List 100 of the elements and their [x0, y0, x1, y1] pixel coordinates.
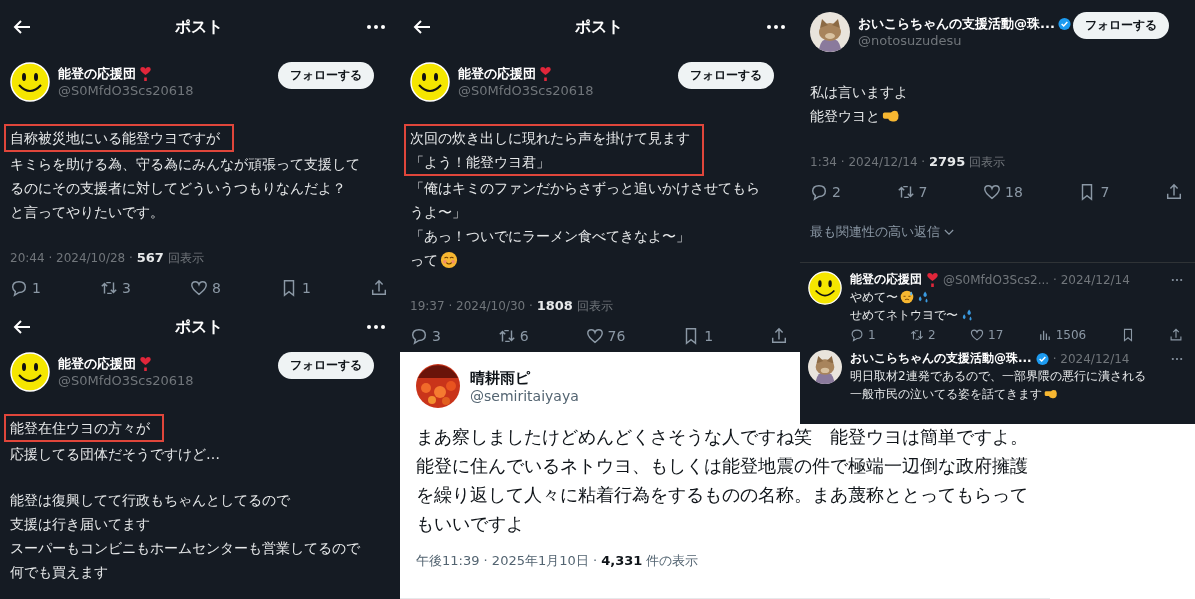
reply-action[interactable]: 1	[850, 328, 876, 342]
repost-action[interactable]: 6	[497, 327, 529, 345]
like-action[interactable]: 17	[970, 328, 1004, 342]
heart-exclamation-icon	[139, 357, 152, 371]
smiley-avatar-icon[interactable]	[808, 271, 842, 305]
smiley-avatar-icon[interactable]	[10, 352, 50, 392]
page-title: ポスト	[575, 16, 623, 38]
action-count: 6	[519, 328, 529, 344]
action-count: 76	[607, 328, 626, 344]
author-handle[interactable]: @notosuzudesu	[858, 33, 1065, 48]
action-count: 7	[1100, 184, 1110, 200]
reply-icon	[410, 327, 428, 345]
reply-icon	[850, 328, 864, 342]
more-icon[interactable]	[366, 324, 386, 330]
share-action[interactable]	[370, 279, 388, 297]
page-title: ポスト	[175, 316, 223, 338]
author-name[interactable]: おいこらちゃんの支援活動@珠...	[850, 350, 1032, 367]
post-text-line: 「あっ！ついでにラーメン食べてきなよ〜」	[410, 227, 690, 246]
action-count: 2	[928, 328, 936, 342]
repost-action[interactable]: 2	[910, 328, 936, 342]
share-action[interactable]	[769, 327, 788, 345]
author-handle[interactable]: @S0MfdO3Scs20618	[58, 373, 270, 388]
post-text-line: 自称被災地にいる能登ウヨですが	[10, 129, 220, 148]
post-meta: 20:44 · 2024/10/28 · 567 回表示	[9, 249, 205, 267]
action-count: 3	[122, 280, 131, 296]
action-count: 8	[212, 280, 221, 296]
reply-sort-dropdown[interactable]: 最も関連性の高い返信	[800, 201, 964, 241]
sweat-face-icon	[900, 290, 914, 304]
verified-badge-icon	[1057, 17, 1071, 31]
repost-action[interactable]: 7	[896, 183, 928, 201]
post-text-line: 何でも買えます	[10, 563, 108, 582]
action-count: 1	[32, 280, 41, 296]
share-action[interactable]	[1169, 328, 1183, 342]
verified-badge-icon	[1035, 351, 1049, 366]
reply-action[interactable]: 2	[810, 183, 841, 201]
post-text-line: 応援してる団体だそうですけど…	[10, 445, 220, 464]
reply-date: · 2024/12/14	[1052, 351, 1130, 366]
like-icon	[190, 279, 208, 297]
reply-icon	[10, 279, 28, 297]
bookmark-action[interactable]: 1	[280, 279, 311, 297]
post-text-line: うよ〜」	[410, 203, 466, 222]
action-count: 7	[918, 184, 928, 200]
post-text-line: 「俺はキミのファンだからさずっと追いかけさせてもら	[410, 179, 760, 198]
like-action[interactable]: 8	[190, 279, 221, 297]
reply-text-line: 一般市民の泣いてる姿を話てきます	[850, 386, 1042, 403]
author-name[interactable]: 晴耕雨ピ	[470, 368, 530, 388]
action-count: 18	[1005, 184, 1023, 200]
more-icon[interactable]	[766, 24, 786, 30]
heart-exclamation-icon	[926, 272, 939, 287]
share-action[interactable]	[1164, 183, 1183, 201]
droplets-icon	[960, 308, 974, 322]
post-meta: 午後11:39 · 2025年1月10日 · 4,331 件の表示	[416, 552, 700, 570]
author-name[interactable]: 能登の応援団	[850, 271, 922, 288]
post-text-line: るのにその支援者に対してどういうつもりなんだよ？	[10, 179, 346, 198]
author-name[interactable]: 能登の応援団	[58, 65, 136, 83]
views-action[interactable]: 1506	[1037, 328, 1087, 342]
bookmark-action[interactable]: 1	[682, 327, 714, 345]
action-count: 1506	[1055, 328, 1087, 342]
post-text-line: 私は言いますよ	[810, 83, 908, 102]
smiley-avatar-icon[interactable]	[410, 62, 450, 102]
action-count: 3	[432, 328, 441, 344]
like-action[interactable]: 76	[585, 327, 626, 345]
author-name[interactable]: 能登の応援団	[458, 65, 536, 83]
follow-button[interactable]: フォローする	[1073, 12, 1169, 39]
post-meta: 19:37 · 2024/10/30 · 1808 回表示	[409, 297, 614, 315]
post-text-line: 能登は復興してて行政もちゃんとしてるので	[10, 491, 290, 510]
reply-icon	[810, 183, 828, 201]
author-handle[interactable]: @semiritaiyaya	[470, 387, 579, 404]
author-name[interactable]: おいこらちゃんの支援活動@珠...	[858, 15, 1055, 33]
post-meta: 1:34 · 2024/12/14 · 2795 回表示	[809, 153, 1006, 171]
share-icon	[1169, 328, 1183, 342]
reply-action[interactable]: 1	[10, 279, 41, 297]
reply-text-line: せめてネトウヨで〜	[850, 307, 958, 324]
like-icon	[970, 328, 985, 342]
bookmark-action[interactable]: 7	[1078, 183, 1110, 201]
reply-text-line: 明日取材2連発であるので、一部界隈の悪行に潰される	[850, 368, 1146, 385]
like-icon	[983, 183, 1002, 201]
follow-button[interactable]: フォローする	[678, 62, 774, 89]
action-count: 1	[868, 328, 876, 342]
reply-date: · 2024/12/14	[1053, 272, 1130, 287]
reply-action[interactable]: 3	[410, 327, 441, 345]
follow-button[interactable]: フォローする	[278, 352, 374, 379]
views-icon	[1037, 328, 1052, 342]
post-text-line: 能登ウヨと	[810, 107, 880, 126]
like-icon	[585, 327, 604, 345]
post-text-line: って	[410, 251, 438, 270]
author-handle[interactable]: @S0MfdO3Scs2...	[943, 272, 1050, 287]
like-action[interactable]: 18	[983, 183, 1023, 201]
author-name[interactable]: 能登の応援団	[58, 355, 136, 373]
author-handle[interactable]: @S0MfdO3Scs20618	[458, 83, 670, 98]
chevron-down-icon	[944, 228, 954, 236]
repost-icon	[497, 327, 516, 345]
action-count: 1	[302, 280, 311, 296]
author-handle[interactable]: @S0MfdO3Scs20618	[58, 83, 270, 98]
more-icon[interactable]	[366, 24, 386, 30]
post-text-line: スーパーもコンビニもホームセンターも営業してるので	[10, 539, 360, 558]
action-count: 2	[832, 184, 841, 200]
smiley-avatar-icon[interactable]	[10, 62, 50, 102]
follow-button[interactable]: フォローする	[278, 62, 374, 89]
repost-action[interactable]: 3	[100, 279, 131, 297]
